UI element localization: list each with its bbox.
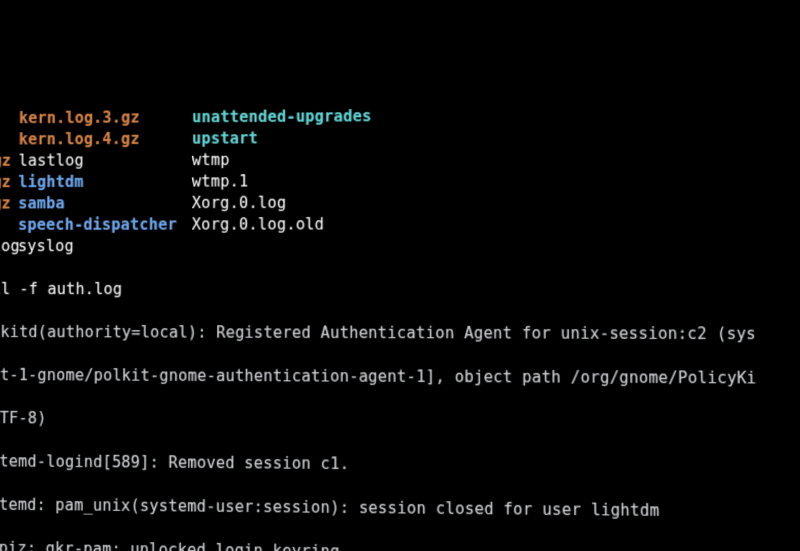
ls-cell: lastlog	[19, 150, 193, 172]
log-line: 330 compiz: gkr-pam: unlocked login keyr…	[0, 537, 800, 551]
ls-cell: og	[0, 215, 18, 236]
log-line: it_IT.UTF-8)	[0, 407, 800, 434]
ls-cell: syslog	[18, 236, 192, 258]
ls-cell: lightdm	[18, 171, 192, 193]
ls-cell: log.3.gz	[0, 172, 19, 194]
log-line: 330 systemd: pam_unix(systemd-user:sessi…	[0, 494, 800, 524]
terminal-screen[interactable]: ogkern.log.3.gzunattended-upgradeslog.1k…	[0, 77, 800, 551]
ls-output: ogkern.log.3.gzunattended-upgradeslog.1k…	[0, 103, 800, 257]
ls-cell: samba	[18, 193, 192, 215]
ls-cell: log.1	[0, 129, 19, 151]
ls-cell: speech-dispatcher	[18, 214, 192, 236]
ls-cell: Xorg.0.log.old	[192, 214, 396, 236]
ls-row: log.2.gzlastlogwtmp	[0, 147, 800, 172]
ls-row: onfig.logsyslog	[0, 235, 800, 257]
ls-row: ogspeech-dispatcherXorg.0.log.old	[0, 213, 800, 236]
ls-cell: log.2.gz	[0, 151, 19, 173]
ls-cell: onfig.log	[0, 236, 18, 257]
ls-cell: kern.log.4.gz	[19, 128, 192, 150]
log-line: olicykit-1-gnome/polkit-gnome-authentica…	[0, 364, 800, 390]
ls-row: log.3.gzlightdmwtmp.1	[0, 169, 800, 193]
ls-cell: wtmp	[192, 149, 396, 171]
log-line: 330 systemd-logind[589]: Removed session…	[0, 450, 800, 479]
ls-cell: og	[0, 108, 19, 130]
ls-cell: wtmp.1	[192, 171, 396, 193]
ls-cell: kern.log.3.gz	[19, 107, 192, 129]
log-line: 330 polkitd(authority=local): Registered…	[0, 322, 800, 346]
ls-cell: Xorg.0.log	[192, 192, 396, 214]
command-input[interactable]: tail -f auth.log	[0, 280, 122, 299]
ls-cell: unattended-upgrades	[192, 106, 396, 129]
ls-cell: upstart	[192, 127, 396, 149]
prompt-line[interactable]: og$ tail -f auth.log	[0, 279, 800, 302]
ls-cell: log.4.gz	[0, 193, 18, 215]
ls-row: log.4.gzsambaXorg.0.log	[0, 191, 800, 215]
